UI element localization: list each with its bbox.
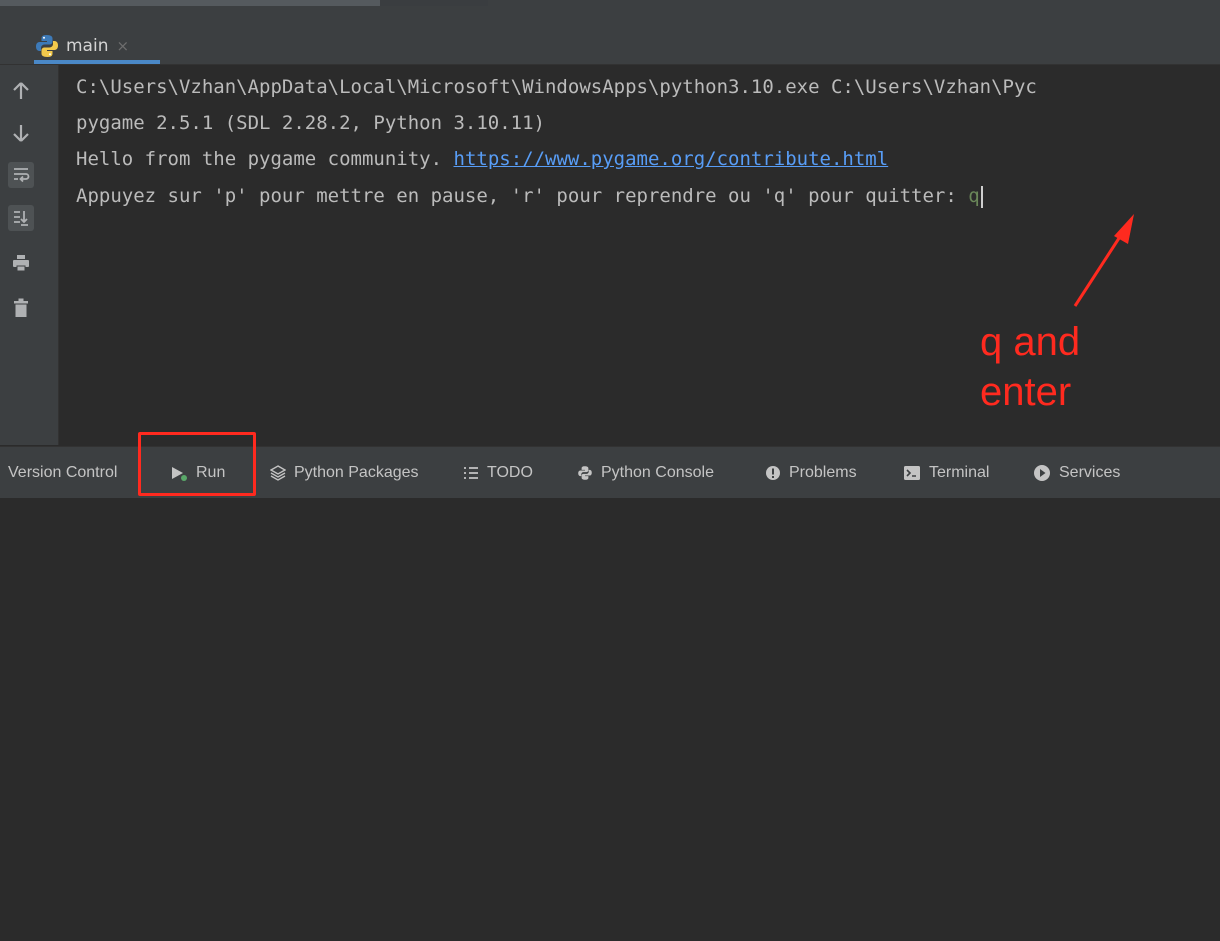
problems-icon (765, 465, 781, 481)
annotation-arrow (1073, 214, 1134, 307)
python-console-label: Python Console (601, 463, 714, 481)
version-control-button[interactable]: Version Control (8, 447, 117, 498)
todo-label: TODO (487, 463, 533, 481)
python-console-button[interactable]: Python Console (577, 447, 714, 498)
terminal-icon (903, 465, 921, 481)
python-icon (577, 465, 593, 481)
problems-label: Problems (789, 463, 857, 481)
services-label: Services (1059, 463, 1121, 481)
todo-button[interactable]: TODO (463, 447, 533, 498)
annotation-text: q and enter (980, 320, 1081, 414)
python-packages-button[interactable]: Python Packages (270, 447, 419, 498)
layers-icon (270, 464, 286, 481)
terminal-label: Terminal (929, 463, 990, 481)
problems-button[interactable]: Problems (765, 447, 857, 498)
annotation-highlight-box (138, 432, 256, 496)
terminal-button[interactable]: Terminal (903, 447, 989, 498)
services-icon (1033, 464, 1051, 482)
version-control-label: Version Control (8, 463, 118, 481)
list-icon (463, 466, 479, 480)
run-button-active-bg (152, 896, 244, 941)
python-packages-label: Python Packages (294, 463, 419, 481)
services-button[interactable]: Services (1033, 447, 1120, 498)
